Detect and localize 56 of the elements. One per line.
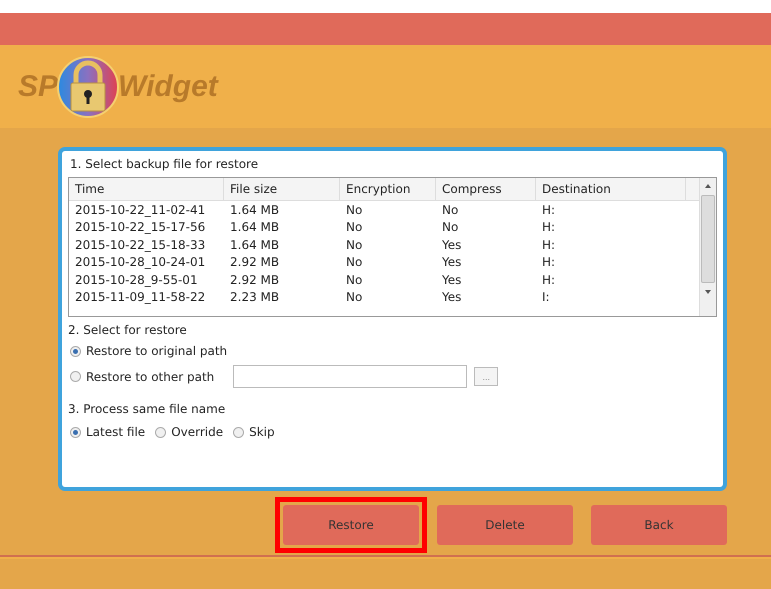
column-header[interactable]: Encryption (340, 178, 436, 200)
radio-label[interactable]: Latest file (86, 425, 146, 439)
table-cell: 2015-10-22_15-18-33 (75, 238, 206, 252)
action-button[interactable]: Back (591, 505, 727, 545)
radio-button[interactable] (70, 346, 81, 356)
table-cell: H: (542, 255, 556, 270)
column-header[interactable]: Time (69, 178, 224, 200)
table-cell: 2.92 MB (230, 272, 280, 287)
logo-text: SP (18, 70, 58, 104)
table-cell: No (442, 202, 458, 217)
table-cell: No (346, 202, 362, 217)
table-cell: 2015-10-22_15-17-56 (75, 220, 206, 234)
radio-label[interactable]: Restore to other path (86, 370, 214, 384)
column-header[interactable]: Compress (436, 178, 536, 200)
table-cell: I: (542, 290, 550, 304)
table-cell: No (346, 220, 362, 234)
table-cell: H: (542, 238, 556, 252)
action-button[interactable]: Restore (283, 505, 419, 545)
logo-text: Widget (118, 70, 218, 104)
table-cell: 1.64 MB (230, 220, 280, 234)
table-cell: 2015-10-28_10-24-01 (75, 255, 206, 270)
section-title: 1. Select backup file for restore (70, 157, 258, 171)
table-cell: 2015-10-28_9-55-01 (75, 272, 198, 287)
table-cell: Yes (442, 238, 462, 252)
table-cell: H: (542, 202, 556, 217)
table-cell: 1.64 MB (230, 238, 280, 252)
table-cell: Yes (442, 272, 462, 287)
table-cell: 2.92 MB (230, 255, 280, 270)
table-cell: 1.64 MB (230, 202, 280, 217)
table-cell: H: (542, 220, 556, 234)
column-header[interactable]: Destination (536, 178, 686, 200)
table-cell: H: (542, 272, 556, 287)
table-cell: No (442, 220, 458, 234)
path-field[interactable] (233, 365, 468, 388)
radio-label[interactable]: Override (171, 425, 224, 439)
table-cell: No (346, 272, 362, 287)
table-cell: 2015-10-22_11-02-41 (75, 202, 206, 217)
table-cell: No (346, 255, 362, 270)
scrollbar[interactable] (699, 178, 716, 316)
radio-button[interactable] (155, 426, 166, 438)
section-title: 2. Select for restore (68, 323, 187, 337)
column-header[interactable]: File size (224, 178, 340, 200)
table-cell: Yes (442, 255, 462, 270)
table-cell: No (346, 238, 362, 252)
radio-button[interactable] (70, 426, 81, 438)
table-cell: Yes (442, 290, 462, 304)
radio-label[interactable]: Restore to original path (86, 344, 228, 358)
radio-label[interactable]: Skip (249, 425, 275, 439)
radio-button[interactable] (70, 371, 81, 382)
action-button[interactable]: Delete (437, 505, 573, 545)
table-cell: 2015-11-09_11-58-22 (75, 290, 206, 304)
section-title: 3. Process same file name (68, 402, 226, 416)
table-cell: No (346, 290, 362, 304)
table-cell: 2.23 MB (230, 290, 280, 304)
padlock-icon (56, 54, 120, 118)
radio-button[interactable] (233, 426, 244, 438)
